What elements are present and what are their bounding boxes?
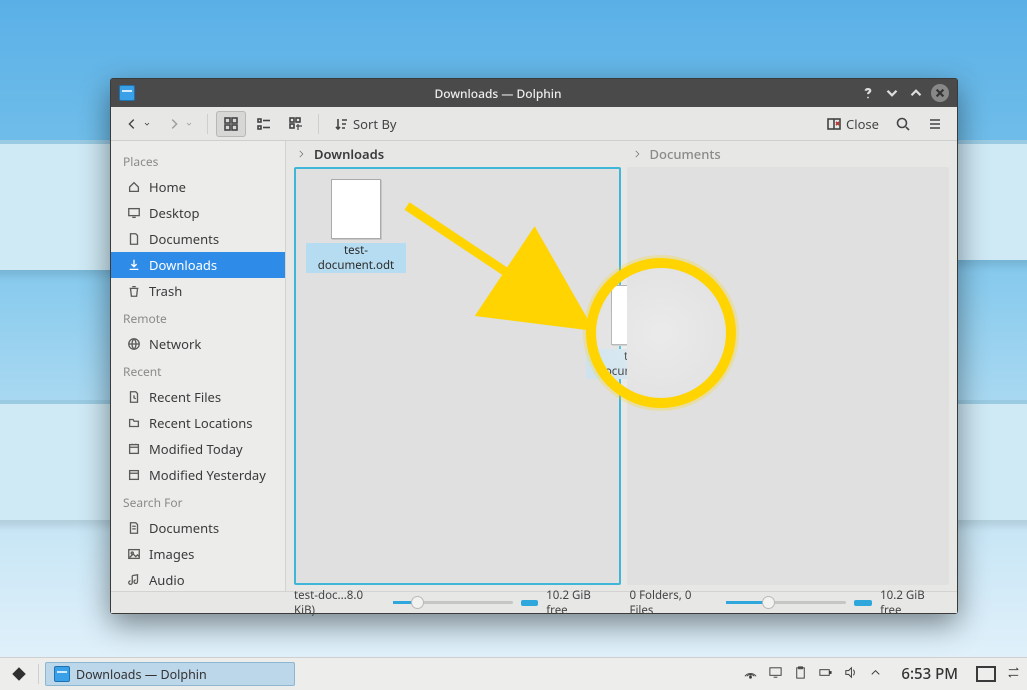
titlebar[interactable]: Downloads — Dolphin [111, 79, 957, 107]
show-desktop-button[interactable] [976, 666, 996, 682]
breadcrumb-right[interactable]: Documents [622, 141, 958, 167]
sidebar-item-modified-today[interactable]: Modified Today [111, 436, 285, 462]
status-left-text: test-doc...8.0 KiB) [294, 588, 385, 618]
sidebar-item-label: Network [149, 335, 201, 353]
right-file-pane[interactable] [627, 167, 950, 585]
close-split-button[interactable]: Close [820, 111, 885, 137]
places-panel: Places Home Desktop Documents Downloads … [111, 141, 286, 591]
disk-usage-bar-icon [854, 600, 872, 606]
system-tray: 6:53 PM [743, 664, 1021, 684]
search-button[interactable] [889, 112, 917, 136]
remote-heading: Remote [111, 304, 285, 331]
recent-heading: Recent [111, 357, 285, 384]
status-left-free: 10.2 GiB free [546, 588, 613, 618]
sidebar-item-label: Modified Today [149, 440, 243, 458]
icon-view-button[interactable] [216, 111, 246, 137]
sidebar-item-desktop[interactable]: Desktop [111, 200, 285, 226]
sidebar-item-search-documents[interactable]: Documents [111, 515, 285, 541]
sidebar-item-label: Recent Locations [149, 414, 252, 432]
taskbar: Downloads — Dolphin 6:53 PM [0, 657, 1027, 690]
close-split-label: Close [846, 115, 879, 133]
sidebar-item-documents[interactable]: Documents [111, 226, 285, 252]
panel-edit-icon[interactable] [1006, 665, 1021, 684]
sidebar-item-search-audio[interactable]: Audio [111, 567, 285, 591]
sidebar-item-modified-yesterday[interactable]: Modified Yesterday [111, 462, 285, 488]
taskbar-entry[interactable]: Downloads — Dolphin [45, 662, 295, 686]
sidebar-item-recent-files[interactable]: Recent Files [111, 384, 285, 410]
display-icon[interactable] [768, 665, 783, 684]
app-icon [119, 85, 135, 101]
toolbar: Sort By Close [111, 107, 957, 141]
details-view-button[interactable] [282, 112, 310, 136]
zoom-slider-left[interactable] [393, 601, 513, 604]
sidebar-item-downloads[interactable]: Downloads [111, 252, 285, 278]
sidebar-item-label: Modified Yesterday [149, 466, 266, 484]
breadcrumb-label: Downloads [314, 145, 384, 163]
sidebar-item-network[interactable]: Network [111, 331, 285, 357]
sort-by-label: Sort By [353, 115, 397, 133]
minimize-button[interactable] [883, 84, 901, 102]
battery-icon[interactable] [818, 665, 833, 684]
file-item[interactable]: test-document.odt [306, 179, 406, 273]
breadcrumb-label: Documents [650, 145, 721, 163]
chevron-right-icon [296, 149, 306, 159]
clock[interactable]: 6:53 PM [901, 664, 958, 684]
compact-view-button[interactable] [250, 112, 278, 136]
volume-icon[interactable] [843, 665, 858, 684]
chevron-right-icon [632, 149, 642, 159]
tray-expand-icon[interactable] [868, 665, 883, 684]
app-launcher-button[interactable] [6, 663, 32, 685]
sort-by-button[interactable]: Sort By [327, 111, 403, 137]
dolphin-icon [54, 666, 70, 682]
menu-button[interactable] [921, 112, 949, 136]
separator [38, 664, 39, 684]
separator [318, 114, 319, 134]
disk-usage-bar-icon [521, 600, 539, 606]
back-button[interactable] [119, 113, 157, 135]
window-title: Downloads — Dolphin [143, 85, 853, 102]
clipboard-icon[interactable] [793, 665, 808, 684]
maximize-button[interactable] [907, 84, 925, 102]
network-icon[interactable] [743, 665, 758, 684]
sidebar-item-label: Audio [149, 571, 185, 589]
help-button[interactable] [859, 84, 877, 102]
breadcrumb-left[interactable]: Downloads [286, 141, 622, 167]
document-icon [331, 179, 381, 239]
places-heading: Places [111, 147, 285, 174]
separator [207, 114, 208, 134]
zoom-slider-right[interactable] [726, 601, 846, 604]
status-right-free: 10.2 GiB free [880, 588, 949, 618]
sidebar-item-label: Trash [149, 282, 182, 300]
sidebar-item-search-images[interactable]: Images [111, 541, 285, 567]
search-for-heading: Search For [111, 488, 285, 515]
sidebar-item-label: Recent Files [149, 388, 221, 406]
close-window-button[interactable] [931, 84, 949, 102]
status-bar: test-doc...8.0 KiB) 10.2 GiB free 0 Fold… [111, 591, 957, 613]
taskbar-entry-label: Downloads — Dolphin [76, 666, 207, 683]
sidebar-item-trash[interactable]: Trash [111, 278, 285, 304]
dolphin-window: Downloads — Dolphin Sort By Close Places… [110, 78, 958, 614]
sidebar-item-label: Documents [149, 230, 219, 248]
file-name-label: test-document.odt [306, 243, 406, 273]
status-right-text: 0 Folders, 0 Files [630, 588, 719, 618]
sidebar-item-label: Desktop [149, 204, 200, 222]
forward-button[interactable] [161, 113, 199, 135]
sidebar-item-label: Downloads [149, 256, 217, 274]
sidebar-item-label: Documents [149, 519, 219, 537]
sidebar-item-recent-locations[interactable]: Recent Locations [111, 410, 285, 436]
sidebar-item-label: Images [149, 545, 194, 563]
sidebar-item-home[interactable]: Home [111, 174, 285, 200]
sidebar-item-label: Home [149, 178, 186, 196]
left-file-pane[interactable]: test-document.odt test-document.odt [294, 167, 621, 585]
